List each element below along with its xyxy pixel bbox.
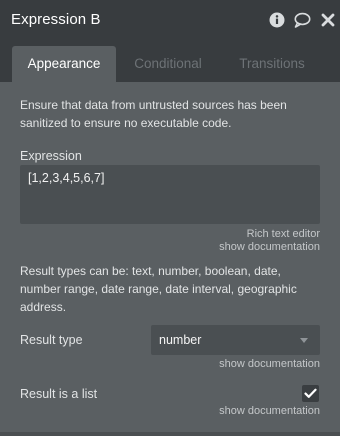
result-type-label: Result type xyxy=(20,333,83,347)
show-documentation-link[interactable]: show documentation xyxy=(219,241,320,253)
chevron-down-icon xyxy=(300,338,308,343)
title-bar[interactable]: Expression B xyxy=(0,0,340,40)
comment-icon[interactable] xyxy=(293,11,311,29)
close-icon[interactable] xyxy=(319,11,337,29)
show-documentation-link[interactable]: show documentation xyxy=(219,358,320,370)
expression-input[interactable]: [1,2,3,4,5,6,7] xyxy=(20,165,320,224)
tab-strip: Appearance Conditional Transitions xyxy=(0,40,340,82)
property-editor-panel: Expression B Appearance Conditional Tran… xyxy=(0,0,340,436)
tab-transitions[interactable]: Transitions xyxy=(228,46,316,82)
result-type-value: number xyxy=(159,333,202,347)
expression-label: Expression xyxy=(20,149,82,163)
result-is-list-label: Result is a list xyxy=(20,387,98,401)
panel-bottom-edge xyxy=(0,432,340,436)
sanitize-warning-line-1: Ensure that data from untrusted sources … xyxy=(20,98,287,112)
result-types-line-2: number range, date range, date interval,… xyxy=(20,282,297,296)
result-type-dropdown[interactable]: number xyxy=(151,325,320,355)
tab-conditional[interactable]: Conditional xyxy=(124,46,212,82)
window-title: Expression B xyxy=(11,11,101,28)
result-types-line-3: address. xyxy=(20,300,67,314)
result-is-list-checkbox[interactable] xyxy=(302,385,319,402)
show-documentation-link[interactable]: show documentation xyxy=(219,405,320,417)
info-icon[interactable] xyxy=(268,11,286,29)
tab-appearance[interactable]: Appearance xyxy=(12,46,116,82)
rich-text-editor-link[interactable]: Rich text editor xyxy=(247,228,320,240)
expression-value: [1,2,3,4,5,6,7] xyxy=(28,171,105,185)
checkmark-icon xyxy=(304,388,317,398)
result-types-line-1: Result types can be: text, number, boole… xyxy=(20,264,281,278)
sanitize-warning-line-2: sanitized to ensure no executable code. xyxy=(20,116,232,130)
